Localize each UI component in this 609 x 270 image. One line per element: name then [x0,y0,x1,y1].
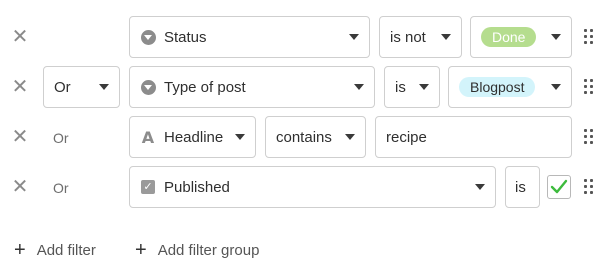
text-field-icon: A [141,127,155,147]
chevron-down-icon [345,134,355,140]
value-checkbox[interactable] [547,175,571,199]
chevron-down-icon [235,134,245,140]
conjunction-label: Or [53,180,69,196]
add-filter-group-label: Add filter group [157,241,260,259]
field-select[interactable]: ✓ Published [129,166,496,208]
add-filter-label: Add filter [36,241,96,259]
remove-filter-button[interactable]: ✕ [10,77,30,97]
conjunction-label: Or [54,78,71,96]
drag-handle-icon[interactable] [584,79,594,95]
field-select[interactable]: A Headline [129,116,256,158]
single-select-icon [140,79,156,95]
operator-label-box: is [505,166,540,208]
chevron-down-icon [551,84,561,90]
remove-filter-button[interactable]: ✕ [10,27,30,47]
chevron-down-icon [349,34,359,40]
operator-select[interactable]: is [384,66,440,108]
operator-select[interactable]: contains [265,116,366,158]
boolean-field-icon: ✓ [140,179,156,195]
chevron-down-icon [99,84,109,90]
remove-filter-button[interactable]: ✕ [10,177,30,197]
field-select[interactable]: Type of post [129,66,375,108]
operator-label: is not [390,28,426,46]
plus-icon: + [135,239,147,261]
chevron-down-icon [551,34,561,40]
field-label: Status [164,28,207,46]
value-pill: Blogpost [459,77,536,97]
checkmark-icon [550,179,568,194]
chevron-down-icon [441,34,451,40]
plus-icon: + [14,239,26,261]
conjunction-label: Or [53,130,69,146]
chevron-down-icon [475,184,485,190]
chevron-down-icon [354,84,364,90]
field-label: Headline [164,128,224,146]
field-label: Published [164,178,230,196]
operator-label: is [515,178,526,196]
operator-label: is [395,78,406,96]
add-filter-button[interactable]: + Add filter [14,240,96,260]
remove-filter-button[interactable]: ✕ [10,127,30,147]
value-pill: Done [481,27,537,47]
conjunction-select[interactable]: Or [43,66,120,108]
value-select[interactable]: Blogpost [448,66,572,108]
value-select[interactable]: Done [470,16,572,58]
drag-handle-icon[interactable] [584,29,594,45]
value-input[interactable]: recipe [375,116,572,158]
drag-handle-icon[interactable] [584,129,594,145]
operator-select[interactable]: is not [379,16,462,58]
drag-handle-icon[interactable] [584,179,594,195]
value-text: recipe [386,128,427,146]
add-filter-group-button[interactable]: + Add filter group [135,240,259,260]
single-select-icon [140,29,156,45]
field-select[interactable]: Status [129,16,370,58]
field-label: Type of post [164,78,246,96]
chevron-down-icon [419,84,429,90]
operator-label: contains [276,128,332,146]
